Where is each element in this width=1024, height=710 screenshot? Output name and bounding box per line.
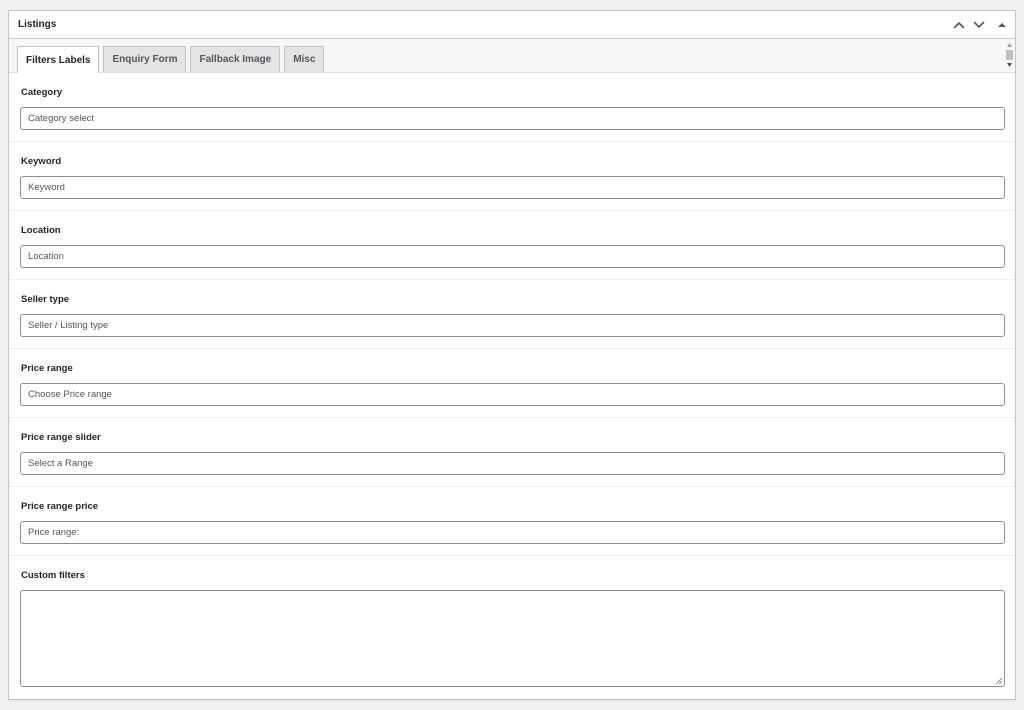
field-price-range-slider: Price range slider Select a Range bbox=[9, 418, 1015, 487]
field-label: Category bbox=[21, 87, 63, 98]
resize-grip-icon[interactable] bbox=[995, 677, 1003, 685]
toggle-panel-button[interactable] bbox=[989, 11, 1015, 39]
listings-panel: Listings Filters Labels Enquiry Form Fal… bbox=[8, 10, 1016, 700]
chevron-down-icon bbox=[973, 20, 985, 28]
tab-misc[interactable]: Misc bbox=[284, 46, 325, 72]
field-keyword: Keyword Keyword bbox=[9, 142, 1015, 211]
field-label: Price range price bbox=[21, 501, 99, 512]
field-label: Keyword bbox=[21, 156, 62, 167]
chevron-up-icon bbox=[953, 21, 965, 29]
tabs-bar: Filters Labels Enquiry Form Fallback Ima… bbox=[9, 39, 1015, 73]
tab-fallback-image[interactable]: Fallback Image bbox=[190, 46, 281, 72]
seller-type-input[interactable]: Seller / Listing type bbox=[20, 314, 1005, 337]
keyword-input[interactable]: Keyword bbox=[20, 176, 1005, 199]
location-input[interactable]: Location bbox=[20, 245, 1005, 268]
scroll-up-arrow-icon[interactable] bbox=[1005, 41, 1014, 49]
tab-enquiry-form[interactable]: Enquiry Form bbox=[103, 46, 187, 72]
field-label: Custom filters bbox=[21, 570, 85, 581]
panel-title: Listings bbox=[18, 19, 57, 30]
field-label: Price range bbox=[21, 363, 73, 374]
field-label: Price range slider bbox=[21, 432, 101, 443]
field-category: Category Category select bbox=[9, 73, 1015, 142]
price-range-slider-input[interactable]: Select a Range bbox=[20, 452, 1005, 475]
category-input[interactable]: Category select bbox=[20, 107, 1005, 130]
custom-filters-textarea[interactable] bbox=[20, 590, 1005, 687]
field-custom-filters: Custom filters bbox=[9, 556, 1015, 699]
field-price-range: Price range Choose Price range bbox=[9, 349, 1015, 418]
scrollbar[interactable] bbox=[1004, 39, 1015, 73]
panel-header: Listings bbox=[9, 11, 1015, 39]
field-price-range-price: Price range price Price range: bbox=[9, 487, 1015, 556]
scroll-thumb[interactable] bbox=[1006, 50, 1013, 60]
field-label: Location bbox=[21, 225, 61, 236]
tab-list: Filters Labels Enquiry Form Fallback Ima… bbox=[17, 46, 325, 73]
triangle-up-icon bbox=[998, 22, 1006, 27]
panel-handle-actions bbox=[949, 11, 1015, 38]
field-label: Seller type bbox=[21, 294, 70, 305]
panel-body: Filters Labels Enquiry Form Fallback Ima… bbox=[9, 39, 1015, 699]
price-range-price-input[interactable]: Price range: bbox=[20, 521, 1005, 544]
move-down-button[interactable] bbox=[969, 11, 989, 39]
filters-labels-form: Category Category select Keyword Keyword… bbox=[9, 73, 1015, 699]
move-up-button[interactable] bbox=[949, 11, 969, 39]
scroll-down-arrow-icon[interactable] bbox=[1005, 61, 1014, 69]
field-location: Location Location bbox=[9, 211, 1015, 280]
price-range-input[interactable]: Choose Price range bbox=[20, 383, 1005, 406]
tab-filters-labels[interactable]: Filters Labels bbox=[17, 46, 100, 73]
field-seller-type: Seller type Seller / Listing type bbox=[9, 280, 1015, 349]
